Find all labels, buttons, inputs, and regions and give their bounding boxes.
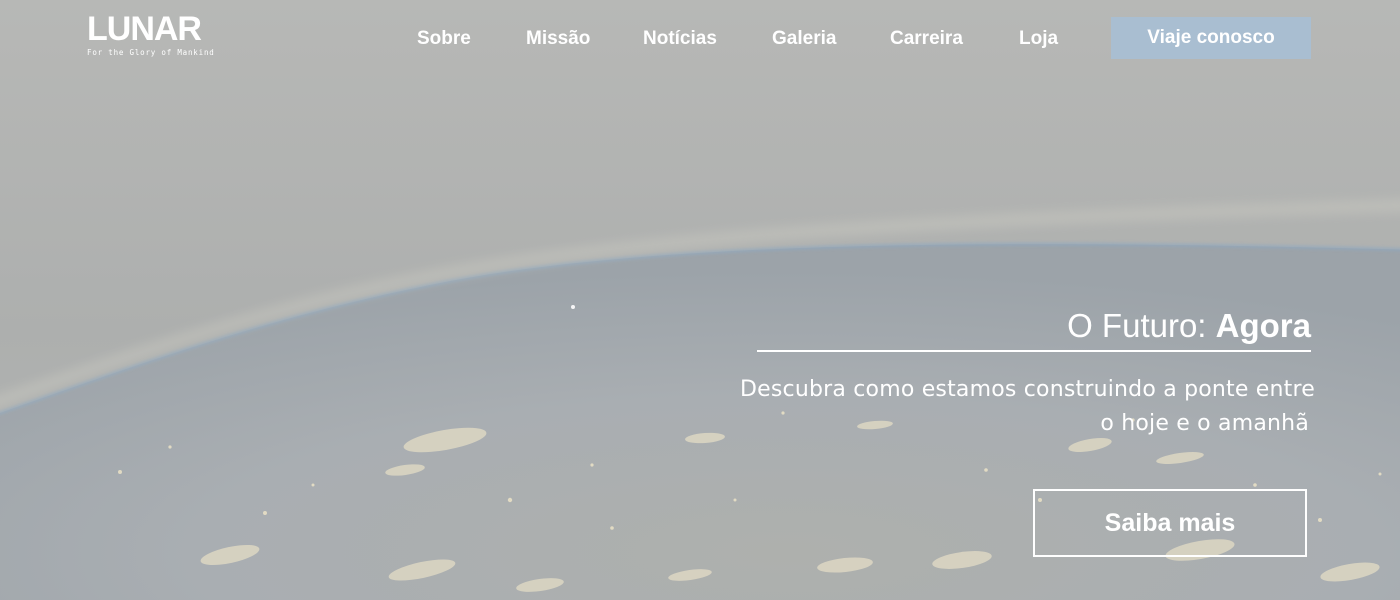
hero-subtitle: Descubra como estamos construindo a pont… bbox=[740, 373, 1315, 441]
lunar-logo-link[interactable]: LUNAR For the Glory of Mankind bbox=[87, 12, 215, 58]
headline-prefix: O Futuro: bbox=[1067, 307, 1216, 344]
headline-emphasis: Agora bbox=[1215, 307, 1311, 344]
headline-divider bbox=[757, 350, 1311, 352]
travel-with-us-button[interactable]: Viaje conosco bbox=[1111, 17, 1311, 59]
nav-item-loja[interactable]: Loja bbox=[1019, 27, 1058, 51]
nav-item-missao[interactable]: Missão bbox=[526, 27, 590, 51]
learn-more-button[interactable]: Saiba mais bbox=[1033, 489, 1307, 557]
hero-section: LUNAR For the Glory of Mankind Sobre Mis… bbox=[0, 0, 1400, 600]
brand-wordmark: LUNAR bbox=[87, 10, 202, 48]
main-navigation: LUNAR For the Glory of Mankind Sobre Mis… bbox=[0, 0, 1400, 80]
subtitle-line-1: Descubra como estamos construindo a pont… bbox=[740, 377, 1315, 402]
nav-item-sobre[interactable]: Sobre bbox=[417, 27, 471, 51]
hero-headline: O Futuro: Agora bbox=[1067, 306, 1311, 346]
nav-item-galeria[interactable]: Galeria bbox=[772, 27, 836, 51]
nav-item-noticias[interactable]: Notícias bbox=[643, 27, 717, 51]
brand-tagline: For the Glory of Mankind bbox=[87, 48, 215, 57]
subtitle-line-2: o hoje e o amanhã bbox=[1100, 411, 1309, 436]
nav-item-carreira[interactable]: Carreira bbox=[890, 27, 963, 51]
